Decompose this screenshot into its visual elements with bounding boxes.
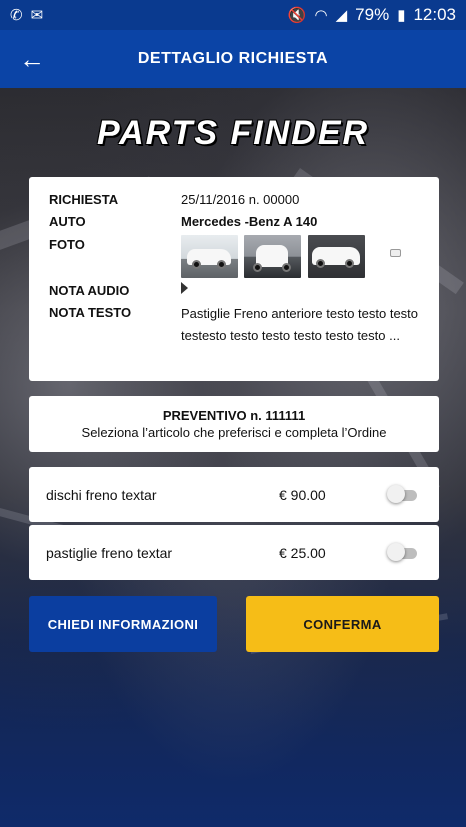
item-price: € 25.00 [279, 545, 326, 561]
signal-icon: ◢ [335, 6, 348, 24]
battery-percent: 79% [355, 5, 390, 24]
label-auto: AUTO [49, 214, 86, 229]
status-right: 🔇 ◠ ◢ 79% ▮ 12:03 [288, 5, 456, 25]
note-text-value: Pastiglie Freno anteriore testo testo te… [181, 306, 419, 343]
status-left: ✆ ✉ [10, 8, 43, 23]
page-title: DETTAGLIO RICHIESTA [137, 50, 329, 67]
quote-subtitle: Seleziona l’articolo che preferisci e co… [81, 425, 387, 440]
app-bar: ← DETTAGLIO RICHIESTA [0, 30, 466, 88]
label-nota-testo: NOTA TESTO [49, 305, 132, 320]
ask-info-button[interactable]: CHIEDI INFORMAZIONI [29, 596, 217, 652]
battery-icon: ▮ [397, 6, 406, 24]
switch-knob [387, 543, 405, 561]
quote-title: PREVENTIVO n. 111111 [162, 408, 306, 423]
item-toggle-switch[interactable] [387, 543, 417, 561]
item-toggle-switch[interactable] [387, 485, 417, 503]
car-photo-3[interactable] [308, 235, 365, 278]
mail-icon: ✉ [30, 6, 44, 24]
status-bar: ✆ ✉ 🔇 ◠ ◢ 79% ▮ 12:03 [0, 0, 466, 30]
confirm-button[interactable]: CONFERMA [246, 596, 439, 652]
whatsapp-icon: ✆ [10, 6, 23, 24]
request-detail-card: RICHIESTA 25/11/2016 n. 00000 AUTO Merce… [29, 177, 439, 381]
back-arrow-icon[interactable]: ← [0, 30, 64, 88]
label-foto: FOTO [49, 237, 85, 252]
label-nota-audio: NOTA AUDIO [49, 283, 130, 298]
wifi-icon: ◠ [314, 6, 328, 24]
camera-icon[interactable] [390, 249, 401, 257]
mute-icon: 🔇 [287, 6, 307, 24]
switch-knob [387, 485, 405, 503]
quote-box: PREVENTIVO n. 111111 Seleziona l’articol… [29, 396, 439, 452]
car-photo-2[interactable] [244, 235, 301, 278]
list-item: dischi freno textar € 90.00 [29, 467, 439, 522]
parts-finder-logo: PARTS FINDER [96, 114, 370, 152]
list-item: pastiglie freno textar € 25.00 [29, 525, 439, 580]
label-richiesta: RICHIESTA [49, 192, 119, 207]
richiesta-value: 25/11/2016 n. 00000 [181, 192, 300, 207]
item-price: € 90.00 [279, 487, 326, 503]
item-name: pastiglie freno textar [46, 545, 173, 561]
auto-value: Mercedes -Benz A 140 [181, 214, 318, 229]
car-photo-1[interactable] [181, 235, 238, 278]
play-icon[interactable] [181, 282, 188, 294]
clock: 12:03 [413, 5, 456, 24]
item-name: dischi freno textar [46, 487, 157, 503]
